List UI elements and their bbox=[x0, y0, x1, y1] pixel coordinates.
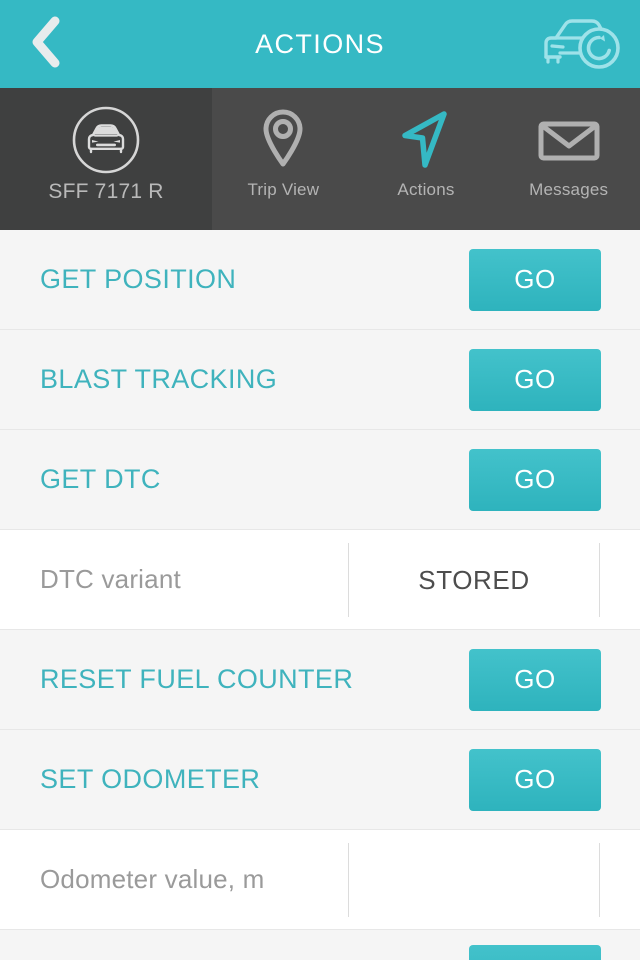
table-row: DTC variant STORED bbox=[0, 530, 640, 630]
tab-trip-view-label: Trip View bbox=[247, 180, 320, 199]
envelope-icon bbox=[533, 104, 605, 176]
action-label: GET DTC bbox=[40, 464, 161, 494]
chevron-left-icon bbox=[29, 16, 63, 73]
go-button[interactable]: GO bbox=[469, 945, 601, 960]
action-label: GET POSITION bbox=[40, 264, 237, 294]
tab-bar: SFF 7171 R Trip View Actions Messages bbox=[0, 88, 640, 230]
car-circle-icon bbox=[70, 104, 142, 176]
dtc-variant-value[interactable]: STORED bbox=[348, 542, 600, 617]
go-button[interactable]: GO bbox=[469, 648, 601, 711]
navigation-arrow-icon bbox=[394, 104, 458, 176]
tab-trip-view[interactable]: Trip View bbox=[212, 88, 355, 230]
table-row: SET ODOMETER GO bbox=[0, 730, 640, 830]
app-header: ACTIONS bbox=[0, 0, 640, 88]
actions-list: GET POSITION GO BLAST TRACKING GO GET DT… bbox=[0, 230, 640, 960]
odometer-value-input[interactable] bbox=[348, 842, 600, 917]
tab-messages[interactable]: Messages bbox=[497, 88, 640, 230]
tab-vehicle[interactable]: SFF 7171 R bbox=[0, 88, 212, 230]
go-button[interactable]: GO bbox=[469, 448, 601, 511]
go-button[interactable]: GO bbox=[469, 248, 601, 311]
action-label: SET ODOMETER bbox=[40, 764, 261, 794]
action-label: BLAST TRACKING bbox=[40, 364, 278, 394]
table-row: GET DTC GO bbox=[0, 430, 640, 530]
dtc-variant-label: DTC variant bbox=[40, 564, 181, 594]
page-title: ACTIONS bbox=[255, 28, 385, 59]
table-row: RESET FUEL COUNTER GO bbox=[0, 630, 640, 730]
action-label: RESET FUEL COUNTER bbox=[40, 664, 354, 694]
table-row: Odometer value, m bbox=[0, 830, 640, 930]
back-button[interactable] bbox=[18, 16, 74, 72]
tab-actions-label: Actions bbox=[397, 180, 455, 199]
go-button[interactable]: GO bbox=[469, 748, 601, 811]
tab-messages-label: Messages bbox=[529, 180, 609, 199]
odometer-value-label: Odometer value, m bbox=[40, 864, 265, 894]
go-button[interactable]: GO bbox=[469, 348, 601, 411]
vehicle-sync-button[interactable] bbox=[534, 13, 626, 75]
car-refresh-icon bbox=[536, 13, 624, 76]
table-row: GO bbox=[0, 930, 640, 960]
tab-vehicle-label: SFF 7171 R bbox=[48, 180, 164, 203]
app-screen: ACTIONS SFF 7171 R Trip View Actions Mes… bbox=[0, 0, 640, 960]
tab-actions[interactable]: Actions bbox=[355, 88, 498, 230]
table-row: BLAST TRACKING GO bbox=[0, 330, 640, 430]
table-row: GET POSITION GO bbox=[0, 230, 640, 330]
map-pin-icon bbox=[255, 104, 311, 176]
